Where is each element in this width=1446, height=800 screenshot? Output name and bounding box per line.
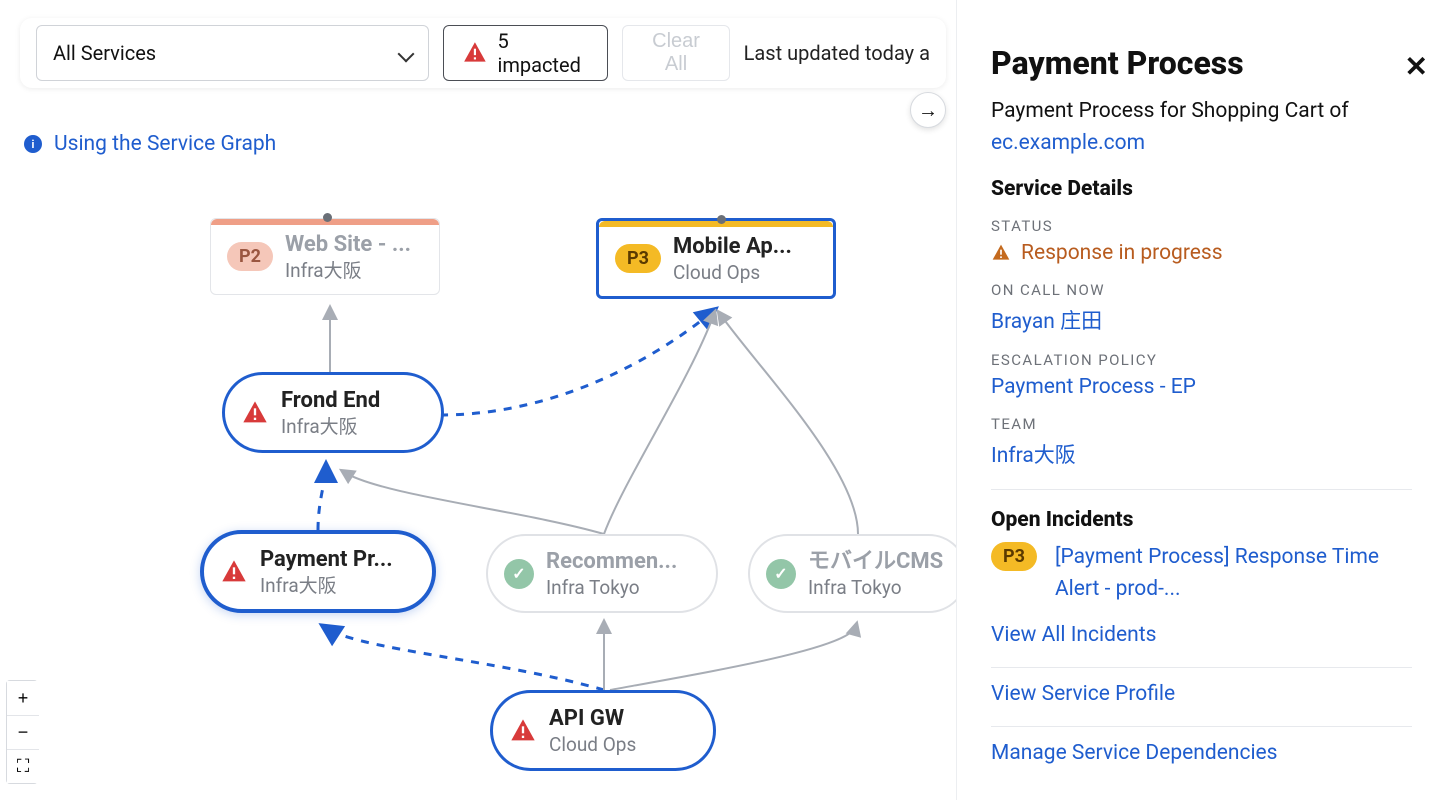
node-payment-process[interactable]: Payment Pr... Infra大阪 (200, 530, 436, 613)
section-service-details: Service Details (991, 177, 1412, 201)
warning-icon (241, 399, 269, 427)
impacted-filter[interactable]: 5 impacted (443, 25, 609, 81)
node-title: Frond End (281, 387, 380, 415)
chevron-down-icon (400, 41, 412, 65)
arrow-right-icon: → (918, 98, 938, 123)
node-team: Infra Tokyo (546, 576, 677, 600)
node-recommend[interactable]: ✓ Recommen... Infra Tokyo (486, 534, 718, 613)
view-all-incidents-link[interactable]: View All Incidents (991, 623, 1412, 647)
node-title: Web Site - ... (285, 231, 411, 259)
impacted-count-label: 5 impacted (497, 29, 589, 77)
node-team: Infra Tokyo (808, 576, 943, 600)
incident-title-link[interactable]: [Payment Process] Response Time Alert - … (1055, 542, 1412, 605)
check-icon: ✓ (504, 559, 534, 589)
topbar: All Services 5 impacted Clear All Last u… (20, 18, 946, 88)
panel-title: Payment Process (991, 44, 1412, 82)
manage-dependencies-link[interactable]: Manage Service Dependencies (991, 741, 1412, 765)
node-title: API GW (549, 705, 636, 733)
node-team: Infra大阪 (285, 259, 411, 283)
label-team: TEAM (991, 415, 1412, 433)
node-team: Infra大阪 (281, 415, 380, 439)
incident-priority-badge: P3 (991, 542, 1037, 571)
service-filter-select[interactable]: All Services (36, 25, 429, 81)
node-title: モバイルCMS (808, 548, 943, 576)
node-title: Mobile Ap... (673, 233, 792, 261)
node-frontend[interactable]: Frond End Infra大阪 (222, 372, 444, 453)
on-call-link[interactable]: Brayan 庄田 (991, 305, 1412, 335)
node-team: Cloud Ops (673, 261, 792, 285)
priority-badge: P2 (227, 242, 273, 271)
zoom-in-button[interactable]: + (7, 681, 39, 715)
node-team: Infra大阪 (260, 574, 393, 598)
panel-collapse-button[interactable]: → (910, 92, 946, 128)
node-title: Recommen... (546, 548, 677, 576)
label-escalation: ESCALATION POLICY (991, 351, 1412, 369)
zoom-out-button[interactable]: − (7, 715, 39, 749)
node-mobile-cms[interactable]: ✓ モバイルCMS Infra Tokyo (748, 534, 968, 613)
label-on-call: ON CALL NOW (991, 281, 1412, 299)
node-mobile-app[interactable]: P3 Mobile Ap... Cloud Ops (596, 218, 836, 299)
node-team: Cloud Ops (549, 733, 636, 757)
incident-row: P3 [Payment Process] Response Time Alert… (991, 542, 1412, 605)
warning-icon (462, 39, 488, 67)
close-button[interactable]: ✕ (1405, 50, 1428, 83)
last-updated-label: Last updated today a (744, 41, 930, 65)
clear-all-button[interactable]: Clear All (622, 25, 729, 81)
warning-icon (220, 558, 248, 586)
panel-description: Payment Process for Shopping Cart of ec.… (991, 96, 1412, 159)
section-open-incidents: Open Incidents (991, 508, 1412, 532)
service-url-link[interactable]: ec.example.com (991, 131, 1145, 155)
zoom-fit-button[interactable]: ⛶ (7, 749, 39, 783)
status-value: Response in progress (991, 241, 1412, 265)
service-filter-label: All Services (53, 41, 156, 65)
service-detail-panel: ✕ Payment Process Payment Process for Sh… (956, 0, 1446, 800)
node-website[interactable]: P2 Web Site - ... Infra大阪 (210, 218, 440, 295)
zoom-controls: + − ⛶ (6, 680, 38, 784)
warning-icon (991, 243, 1011, 263)
team-link[interactable]: Infra大阪 (991, 439, 1412, 469)
label-status: STATUS (991, 217, 1412, 235)
priority-badge: P3 (615, 244, 661, 273)
node-title: Payment Pr... (260, 546, 393, 574)
node-api-gw[interactable]: API GW Cloud Ops (490, 690, 716, 771)
escalation-policy-link[interactable]: Payment Process - EP (991, 375, 1412, 399)
check-icon: ✓ (766, 559, 796, 589)
warning-icon (509, 717, 537, 745)
service-graph-canvas[interactable]: P2 Web Site - ... Infra大阪 P3 Mobile Ap..… (0, 0, 960, 800)
view-service-profile-link[interactable]: View Service Profile (991, 682, 1412, 706)
